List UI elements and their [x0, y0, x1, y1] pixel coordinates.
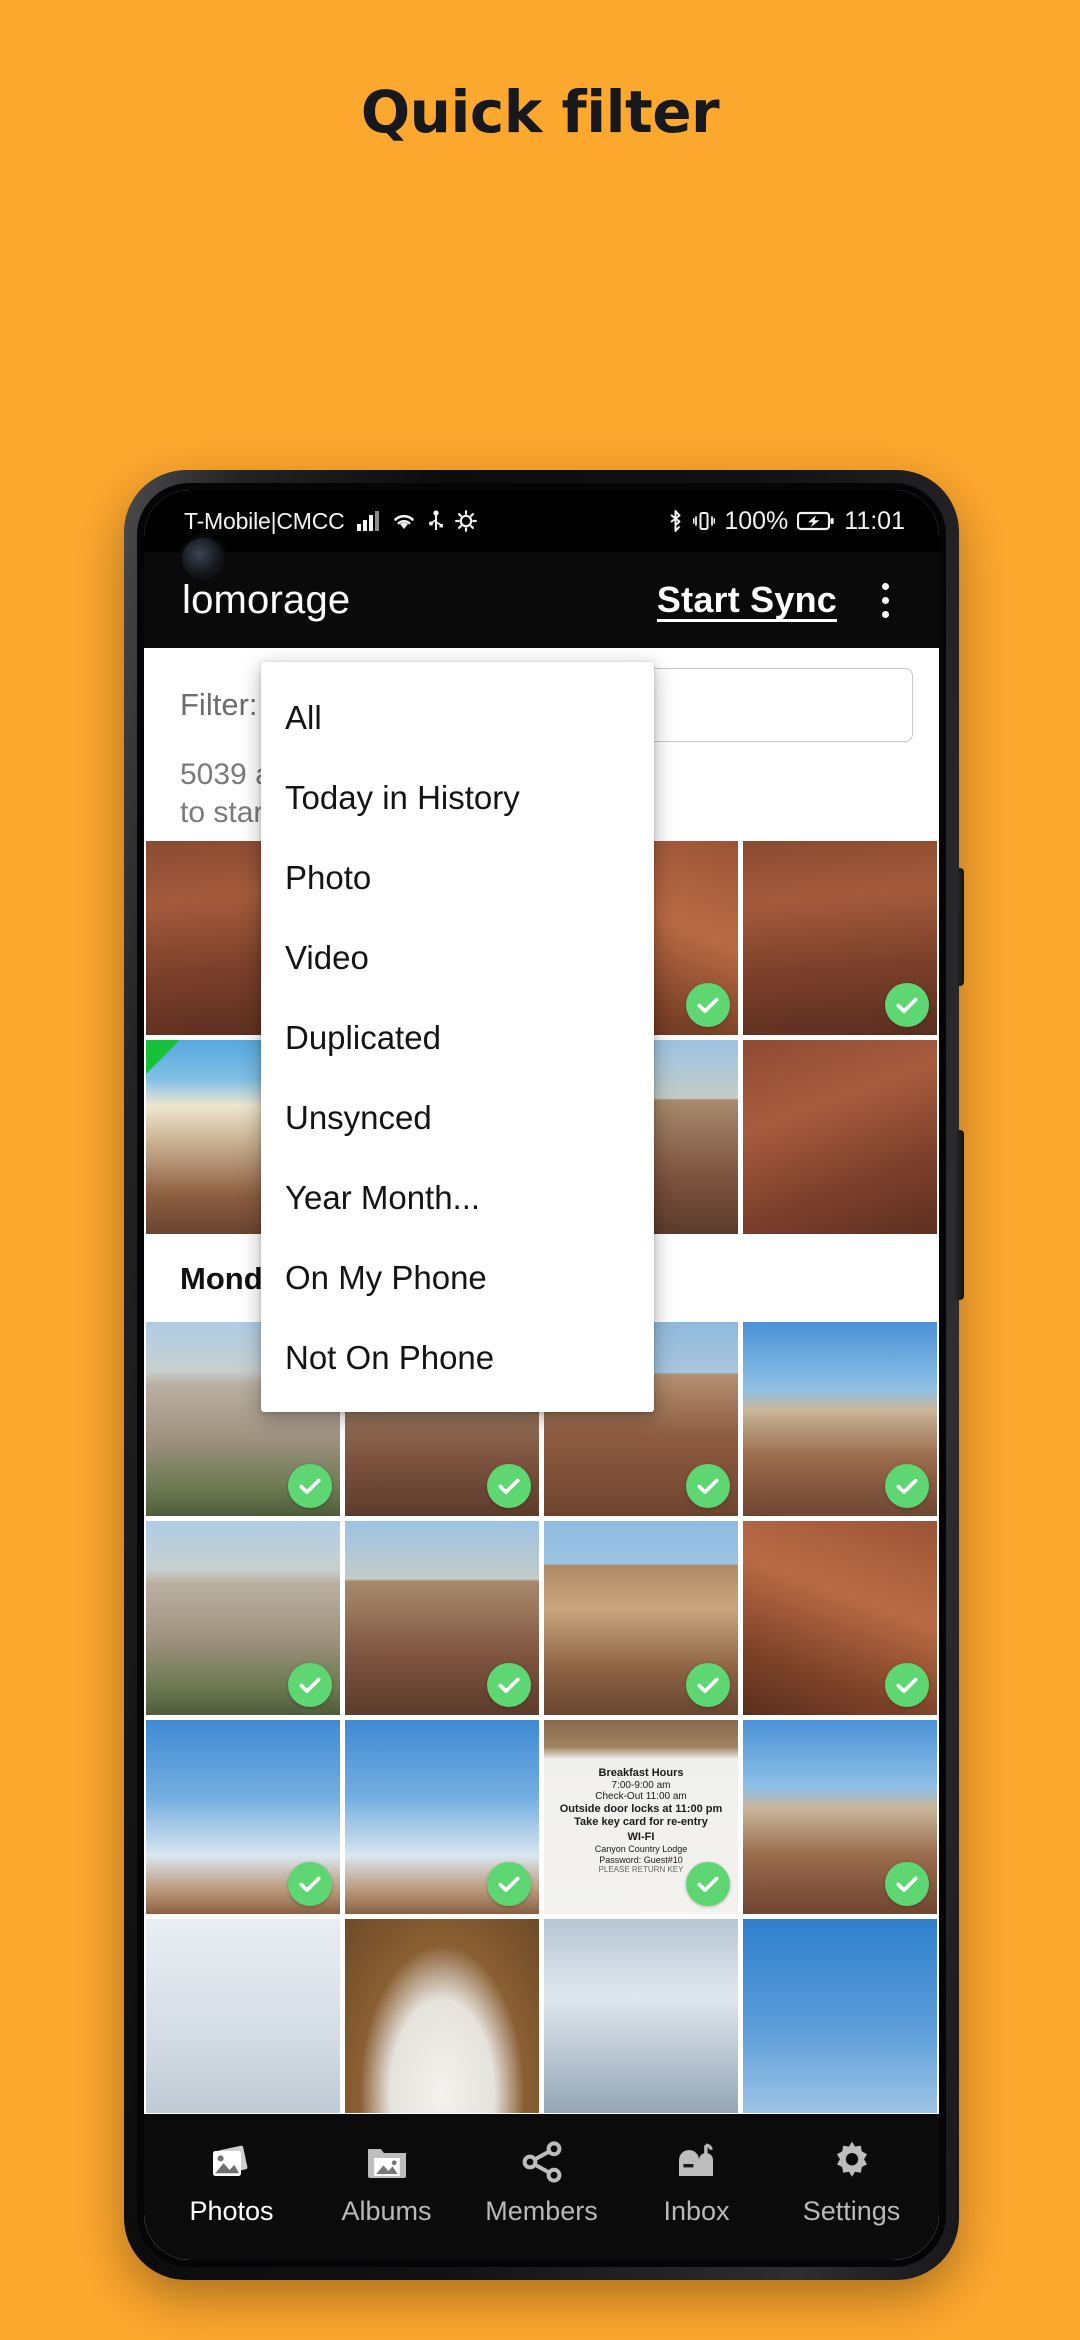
power-button[interactable] — [955, 1130, 964, 1300]
synced-check-icon — [885, 1464, 929, 1508]
synced-check-icon — [288, 1663, 332, 1707]
photo-thumbnail[interactable] — [743, 1040, 937, 1234]
filter-label: Filter: — [180, 687, 258, 722]
dropdown-item-year-month[interactable]: Year Month... — [261, 1158, 654, 1238]
nav-item-settings[interactable]: Settings — [774, 2138, 929, 2227]
volume-button[interactable] — [955, 868, 964, 986]
albums-icon — [363, 2138, 411, 2186]
signal-icon — [356, 510, 380, 532]
photo-thumbnail[interactable] — [146, 1720, 340, 1914]
main-content: Filter: All 5039 assets to start. — [144, 648, 939, 2260]
synced-check-icon — [885, 983, 929, 1027]
page-title: Quick filter — [360, 78, 720, 146]
photo-thumbnail[interactable] — [345, 1521, 539, 1715]
synced-check-icon — [288, 1464, 332, 1508]
filter-dropdown-menu[interactable]: All Today in History Photo Video Duplica… — [261, 662, 654, 1412]
nav-label-albums: Albums — [341, 2195, 432, 2226]
sign-line-2: 7:00-9:00 am — [611, 1779, 671, 1791]
status-bar: T-Mobile|CMCC 100% 11:01 — [144, 490, 939, 580]
synced-check-icon — [885, 1862, 929, 1906]
sign-line-6: WI-FI — [627, 1831, 655, 1844]
nav-label-members: Members — [485, 2195, 598, 2226]
dropdown-item-photo[interactable]: Photo — [261, 838, 654, 918]
wifi-icon — [391, 510, 417, 532]
bluetooth-icon — [667, 509, 684, 533]
sign-line-4: Outside door locks at 11:00 pm — [559, 1803, 723, 1816]
video-marker-icon — [146, 1040, 180, 1074]
sign-line-1: Breakfast Hours — [598, 1766, 684, 1779]
phone-device-frame: T-Mobile|CMCC 100% 11:01 lomorage Start … — [124, 470, 964, 2280]
photo-thumbnail[interactable] — [743, 841, 937, 1035]
mailbox-icon — [673, 2138, 721, 2186]
clock-label: 11:01 — [844, 506, 905, 535]
usb-icon — [428, 510, 444, 532]
photo-thumbnail[interactable] — [146, 1521, 340, 1715]
gear-icon — [828, 2138, 876, 2186]
photo-thumbnail[interactable] — [345, 1919, 539, 2113]
photos-icon — [208, 2138, 256, 2186]
synced-check-icon — [885, 1663, 929, 1707]
synced-check-icon — [487, 1862, 531, 1906]
vibrate-icon — [693, 509, 716, 533]
sign-line-5: Take key card for re-entry — [574, 1816, 708, 1829]
app-title: lomorage — [182, 577, 351, 622]
dropdown-item-unsynced[interactable]: Unsynced — [261, 1078, 654, 1158]
battery-charging-icon — [797, 510, 835, 532]
photo-thumbnail[interactable] — [146, 1919, 340, 2113]
synced-check-icon — [686, 1862, 730, 1906]
overflow-menu-icon[interactable] — [857, 582, 913, 618]
sign-line-7: Canyon Country Lodge — [594, 1844, 688, 1855]
photo-thumbnail[interactable] — [743, 1322, 937, 1516]
dropdown-item-video[interactable]: Video — [261, 918, 654, 998]
battery-percent-label: 100% — [724, 506, 789, 535]
photo-thumbnail[interactable] — [743, 1919, 937, 2113]
brightness-icon — [454, 510, 477, 532]
synced-check-icon — [288, 1862, 332, 1906]
nav-item-members[interactable]: Members — [464, 2138, 619, 2227]
photo-thumbnail[interactable] — [345, 1720, 539, 1914]
dropdown-item-on-my-phone[interactable]: On My Phone — [261, 1238, 654, 1318]
nav-item-inbox[interactable]: Inbox — [619, 2138, 774, 2227]
nav-label-settings: Settings — [802, 2195, 901, 2226]
nav-item-albums[interactable]: Albums — [309, 2138, 464, 2227]
synced-check-icon — [487, 1464, 531, 1508]
photo-thumbnail[interactable] — [544, 1521, 738, 1715]
synced-check-icon — [686, 1663, 730, 1707]
dropdown-item-not-on-phone[interactable]: Not On Phone — [261, 1318, 654, 1398]
dropdown-item-today-in-history[interactable]: Today in History — [261, 758, 654, 838]
phone-screen: T-Mobile|CMCC 100% 11:01 lomorage Start … — [144, 490, 939, 2260]
photo-thumbnail-sign[interactable]: Breakfast Hours 7:00-9:00 am Check-Out 1… — [544, 1720, 738, 1914]
synced-check-icon — [686, 1464, 730, 1508]
front-camera-punch-hole — [182, 538, 224, 580]
app-bar: lomorage Start Sync — [144, 552, 939, 648]
phone-bezel: T-Mobile|CMCC 100% 11:01 lomorage Start … — [137, 483, 946, 2267]
carrier-label: T-Mobile|CMCC — [184, 507, 345, 534]
sign-text-block: Breakfast Hours 7:00-9:00 am Check-Out 1… — [544, 1767, 738, 1875]
bottom-navigation: Photos Albums Members Inbox Settings — [144, 2114, 939, 2260]
share-icon — [518, 2138, 566, 2186]
dropdown-item-duplicated[interactable]: Duplicated — [261, 998, 654, 1078]
synced-check-icon — [487, 1663, 531, 1707]
sign-line-3: Check-Out 11:00 am — [595, 1791, 687, 1803]
nav-label-photos: Photos — [189, 2195, 274, 2226]
dropdown-item-all[interactable]: All — [261, 678, 654, 758]
synced-check-icon — [686, 983, 730, 1027]
nav-item-photos[interactable]: Photos — [154, 2138, 309, 2227]
photo-thumbnail[interactable] — [743, 1720, 937, 1914]
start-sync-button[interactable]: Start Sync — [657, 579, 837, 621]
photo-thumbnail[interactable] — [743, 1521, 937, 1715]
nav-label-inbox: Inbox — [663, 2195, 730, 2226]
photo-thumbnail[interactable] — [544, 1919, 738, 2113]
